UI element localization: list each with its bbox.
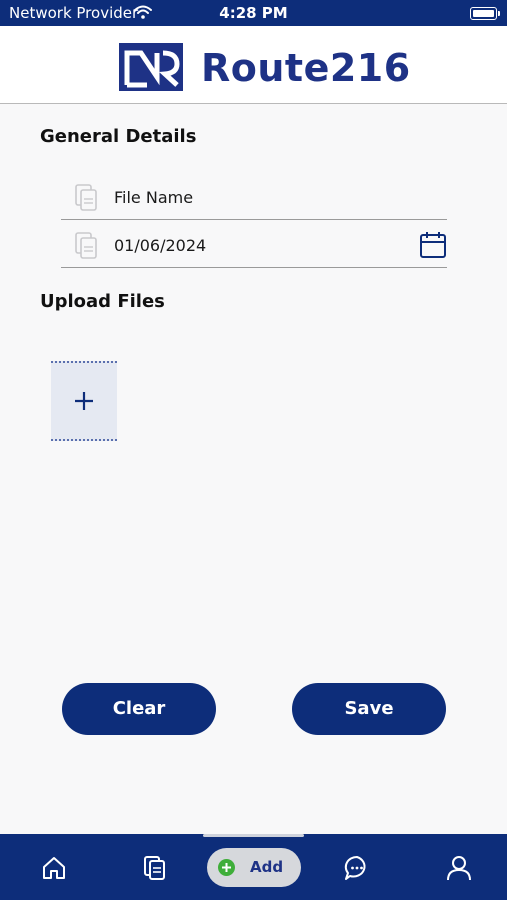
file-name-value: File Name xyxy=(114,188,194,207)
logo-icon xyxy=(119,43,183,91)
upload-file-button[interactable] xyxy=(51,361,117,441)
date-field[interactable]: 01/06/2024 xyxy=(61,224,447,268)
battery-icon xyxy=(470,7,500,20)
general-details-title: General Details xyxy=(40,126,197,147)
calendar-icon[interactable] xyxy=(419,231,447,259)
active-tab-indicator xyxy=(203,834,304,837)
status-bar: Network Provider 4:28 PM xyxy=(0,0,507,26)
save-button[interactable]: Save xyxy=(292,683,446,735)
documents-icon[interactable] xyxy=(141,854,169,882)
tab-add-label: Add xyxy=(250,858,284,876)
upload-files-title: Upload Files xyxy=(40,291,165,312)
date-value: 01/06/2024 xyxy=(114,236,207,255)
bottom-tab-bar: Add xyxy=(0,834,507,900)
home-icon[interactable] xyxy=(40,854,68,882)
document-icon xyxy=(75,184,97,211)
clear-button[interactable]: Clear xyxy=(62,683,216,735)
chat-icon[interactable] xyxy=(343,854,371,882)
tab-add[interactable]: Add xyxy=(207,848,301,887)
document-icon xyxy=(75,232,97,259)
plus-icon xyxy=(51,363,117,439)
file-name-field[interactable]: File Name xyxy=(61,176,447,220)
add-icon xyxy=(218,859,235,876)
brand-name: Route216 xyxy=(201,46,411,90)
profile-icon[interactable] xyxy=(445,854,473,882)
clock: 4:28 PM xyxy=(219,4,288,22)
app-header: Route216 xyxy=(0,26,507,104)
